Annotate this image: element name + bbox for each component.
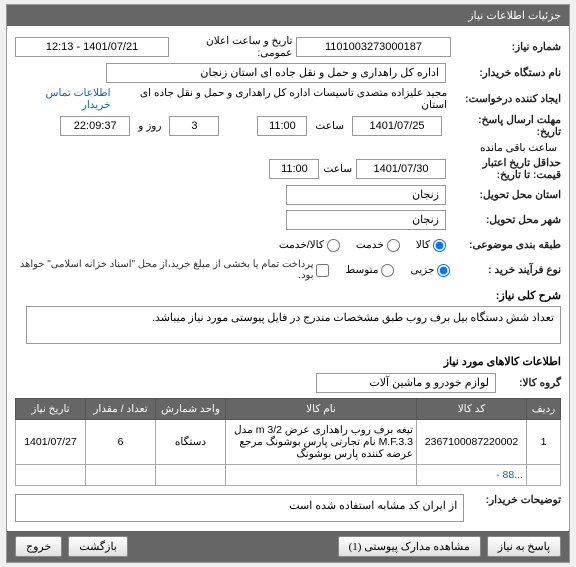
cell-row: 1 xyxy=(527,420,561,465)
table-row-empty: ...88 - xyxy=(16,465,561,486)
category-option-service[interactable]: خدمت xyxy=(356,239,400,252)
cell-qty: 6 xyxy=(86,420,156,465)
items-table: ردیف کد کالا نام کالا واحد شمارش تعداد /… xyxy=(15,398,561,486)
hours-lbl: ساعت باقی مانده xyxy=(480,142,557,154)
deadline-time-lbl: ساعت xyxy=(315,120,344,132)
checkbox-note[interactable] xyxy=(316,264,329,277)
validity-label: حداقل تاریخ اعتبارقیمت: تا تاریخ: xyxy=(446,157,561,181)
footer-bar: پاسخ به نیاز مشاهده مدارک پیوستی (1) باز… xyxy=(7,531,569,562)
buy-note-check[interactable]: پرداخت تمام یا بخشی از مبلغ خرید،از محل … xyxy=(15,259,329,281)
page-link[interactable]: ...88 - xyxy=(417,465,527,486)
buy-type-label: نوع فرآیند خرید : xyxy=(450,264,561,276)
cell-date: 1401/07/27 xyxy=(16,420,86,465)
radio-both[interactable] xyxy=(327,239,340,252)
items-header: اطلاعات کالاهای مورد نیاز xyxy=(15,355,561,368)
province-value: زنجان xyxy=(286,185,446,205)
cell-code: 2367100087220002 xyxy=(417,420,527,465)
category-option-both[interactable]: کالا/خدمت xyxy=(279,239,340,252)
deadline-time: 11:00 xyxy=(257,116,307,136)
need-no-label: شماره نیاز: xyxy=(451,41,561,53)
group-value: لوازم خودرو و ماشین آلات xyxy=(316,373,496,393)
th-name: نام کالا xyxy=(226,399,417,420)
radio-medium[interactable] xyxy=(381,264,394,277)
need-details-panel: جزئیات اطلاعات نیاز شماره نیاز: 11010032… xyxy=(6,4,570,563)
panel-title: جزئیات اطلاعات نیاز xyxy=(7,5,569,26)
buyer-note-box: از ایران کد مشابه استفاده شده است xyxy=(15,494,464,522)
category-radio-group: کالا خدمت کالا/خدمت xyxy=(263,239,446,252)
group-label: گروه کالا: xyxy=(496,377,561,389)
days-left: 3 xyxy=(169,116,219,136)
exit-button[interactable]: خروج xyxy=(15,536,62,557)
form-body: شماره نیاز: 1101003273000187 تاریخ و ساع… xyxy=(7,26,569,531)
th-row: ردیف xyxy=(527,399,561,420)
th-date: تاریخ نیاز xyxy=(16,399,86,420)
requester-label: ایجاد کننده درخواست: xyxy=(447,93,561,105)
buyer-note-label: توضیحات خریدار: xyxy=(464,494,561,506)
pub-date-label: تاریخ و ساعت اعلان عمومی: xyxy=(173,35,292,59)
category-label: طبقه بندی موضوعی: xyxy=(446,239,561,251)
buy-type-radio-group: جزیی متوسط xyxy=(329,264,450,277)
cell-name: تیغه برف روب راهداری عرض 3/2 m مدل M.F.3… xyxy=(226,420,417,465)
th-unit: واحد شمارش xyxy=(156,399,226,420)
validity-date: 1401/07/30 xyxy=(356,159,446,179)
province-label: استان محل تحویل: xyxy=(446,189,561,201)
radio-partial[interactable] xyxy=(437,264,450,277)
contact-link[interactable]: اطلاعات تماس خریدار xyxy=(15,87,111,111)
cell-unit: دستگاه xyxy=(156,420,226,465)
desc-label: شرح کلی نیاز: xyxy=(15,289,561,302)
deadline-date: 1401/07/25 xyxy=(352,116,442,136)
back-button[interactable]: بازگشت xyxy=(68,536,128,557)
city-value: زنجان xyxy=(286,210,446,230)
reply-button[interactable]: پاسخ به نیاز xyxy=(487,536,561,557)
attachments-button[interactable]: مشاهده مدارک پیوستی (1) xyxy=(338,536,481,557)
buy-option-medium[interactable]: متوسط xyxy=(345,264,394,277)
buyer-label: نام دستگاه خریدار: xyxy=(446,67,561,79)
desc-textarea[interactable] xyxy=(26,306,561,344)
category-option-goods[interactable]: کالا xyxy=(416,239,446,252)
buy-option-partial[interactable]: جزیی xyxy=(410,264,450,277)
validity-time-lbl: ساعت xyxy=(323,163,352,175)
city-label: شهر محل تحویل: xyxy=(446,214,561,226)
table-row: 1 2367100087220002 تیغه برف روب راهداری … xyxy=(16,420,561,465)
requester-value: مجید علیزاده متصدی تاسیسات اداره کل راهد… xyxy=(115,87,448,111)
radio-goods[interactable] xyxy=(433,239,446,252)
hours-left: 22:09:37 xyxy=(60,116,130,136)
buyer-value: اداره کل راهداری و حمل و نقل جاده ای است… xyxy=(106,63,446,83)
radio-service[interactable] xyxy=(387,239,400,252)
table-header-row: ردیف کد کالا نام کالا واحد شمارش تعداد /… xyxy=(16,399,561,420)
th-code: کد کالا xyxy=(417,399,527,420)
days-lbl: روز و xyxy=(138,120,161,132)
need-no-value: 1101003273000187 xyxy=(296,37,450,57)
th-qty: تعداد / مقدار xyxy=(86,399,156,420)
validity-time: 11:00 xyxy=(269,159,319,179)
deadline-label: مهلت ارسال پاسخ:تاریخ: xyxy=(446,114,561,138)
pub-date-value: 1401/07/21 - 12:13 xyxy=(15,37,169,57)
